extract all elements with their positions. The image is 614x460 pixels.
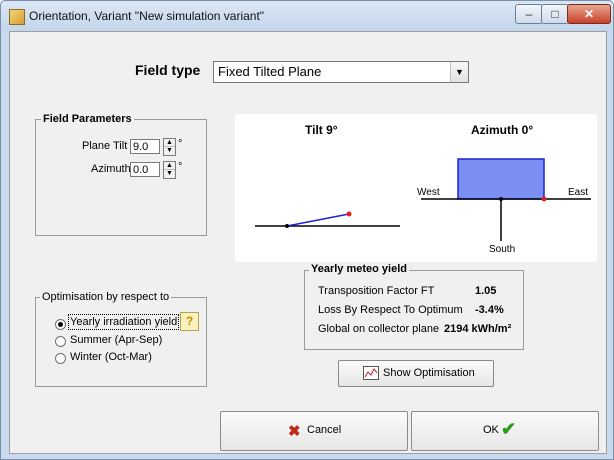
loss-label: Loss By Respect To Optimum <box>318 304 463 316</box>
plane-tilt-input[interactable]: 9.0 <box>130 139 160 154</box>
radio-yearly[interactable] <box>55 319 66 330</box>
dialog-window: Orientation, Variant "New simulation var… <box>0 0 614 460</box>
field-type-value: Fixed Tilted Plane <box>218 64 322 79</box>
field-type-label: Field type <box>135 62 201 78</box>
azimuth-input[interactable]: 0.0 <box>130 162 160 177</box>
optimisation-group: Optimisation by respect to ? Yearly irra… <box>35 291 207 387</box>
azimuth-label: Azimuth <box>91 163 131 175</box>
show-optimisation-button[interactable]: Show Optimisation <box>338 360 494 387</box>
tilt-plane-line <box>286 213 350 227</box>
maximize-button[interactable]: □ <box>541 4 569 24</box>
east-label: East <box>568 187 589 198</box>
global-value: 2194 kWh/m² <box>444 323 512 335</box>
help-button[interactable]: ? <box>180 312 199 331</box>
plane-tilt-label: Plane Tilt <box>82 140 128 152</box>
plane-tilt-spinner[interactable]: ▲ ▼ <box>163 138 176 156</box>
tilt-pivot-dot <box>285 224 289 228</box>
azimuth-spinner[interactable]: ▲ ▼ <box>163 161 176 179</box>
cancel-button[interactable]: ✖ Cancel <box>220 411 408 451</box>
azimuth-marker-dot <box>541 196 547 202</box>
title-bar[interactable]: Orientation, Variant "New simulation var… <box>1 1 613 31</box>
dialog-body: Field type Fixed Tilted Plane ▼ Field Pa… <box>9 31 607 454</box>
meteo-yield-title: Yearly meteo yield <box>309 263 409 275</box>
radio-winter[interactable] <box>55 353 66 364</box>
window-title: Orientation, Variant "New simulation var… <box>29 9 265 23</box>
field-type-select[interactable]: Fixed Tilted Plane ▼ <box>213 61 469 83</box>
plane-tilt-unit: ° <box>178 138 183 150</box>
orientation-graphic <box>255 158 591 241</box>
cancel-x-icon: ✖ <box>288 423 301 440</box>
tilt-marker-dot <box>346 211 352 217</box>
azimuth-plane-rect <box>457 158 545 200</box>
ok-button[interactable]: OK ✔ <box>411 411 599 451</box>
azimuth-unit: ° <box>178 161 183 173</box>
chevron-down-icon[interactable]: ▼ <box>450 62 468 82</box>
transposition-label: Transposition Factor FT <box>318 285 435 297</box>
cancel-label: Cancel <box>307 424 342 436</box>
optimisation-title: Optimisation by respect to <box>40 291 172 303</box>
west-label: West <box>417 187 440 198</box>
ok-check-icon: ✔ <box>501 419 517 439</box>
ok-label: OK <box>483 424 499 436</box>
field-parameters-title: Field Parameters <box>41 113 134 125</box>
radio-yearly-label[interactable]: Yearly irradiation yield <box>67 314 180 330</box>
field-parameters-group: Field Parameters Plane Tilt 9.0 ▲ ▼ ° Azi… <box>35 113 207 236</box>
azimuth-center-dot <box>499 197 503 201</box>
orientation-diagram: Tilt 9° Azimuth 0° West East South <box>235 114 597 262</box>
minimize-button[interactable]: ‒ <box>515 4 543 24</box>
loss-value: -3.4% <box>475 304 504 316</box>
app-icon <box>9 9 25 25</box>
radio-winter-label[interactable]: Winter (Oct-Mar) <box>70 351 152 363</box>
chart-icon <box>363 366 379 380</box>
transposition-value: 1.05 <box>475 285 497 297</box>
radio-summer[interactable] <box>55 336 66 347</box>
radio-summer-label[interactable]: Summer (Apr-Sep) <box>70 334 162 346</box>
show-optimisation-label: Show Optimisation <box>383 367 475 379</box>
global-label: Global on collector plane <box>318 323 440 335</box>
meteo-yield-group: Yearly meteo yield Transposition Factor … <box>304 263 524 350</box>
close-button[interactable]: ✕ <box>567 4 611 24</box>
south-label: South <box>489 244 516 255</box>
